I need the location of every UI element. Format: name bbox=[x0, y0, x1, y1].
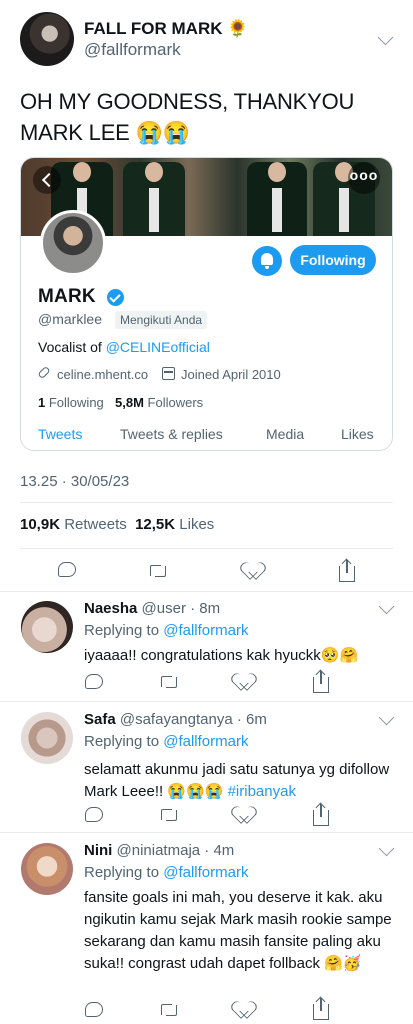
reply-tweet[interactable]: Naesha @user · 8m Replying to @fallforma… bbox=[0, 598, 413, 698]
reply-avatar[interactable] bbox=[21, 712, 73, 764]
reply-tweet[interactable]: Nini @niniatmaja · 4m Replying to @fallf… bbox=[0, 840, 413, 1024]
share-icon[interactable] bbox=[313, 671, 329, 693]
reply-author-name[interactable]: Nini bbox=[84, 842, 112, 859]
more-icon[interactable]: ooo bbox=[348, 162, 380, 194]
author-handle[interactable]: @fallformark bbox=[84, 40, 181, 60]
retweet-icon[interactable] bbox=[159, 1002, 179, 1016]
divider bbox=[0, 832, 413, 833]
back-icon[interactable] bbox=[33, 166, 61, 194]
following-label: Following bbox=[48, 395, 104, 410]
reply-icon[interactable] bbox=[85, 674, 103, 689]
like-icon[interactable] bbox=[236, 807, 254, 823]
divider bbox=[20, 548, 393, 549]
reply-handle-time: @user · 8m bbox=[141, 600, 221, 617]
reply-icon[interactable] bbox=[85, 1002, 103, 1017]
reply-header: Nini @niniatmaja · 4m bbox=[84, 842, 234, 859]
tweet-timestamp[interactable]: 13.25 · 30/05/23 bbox=[20, 473, 129, 490]
tab-tweets[interactable]: Tweets bbox=[38, 426, 82, 442]
reply-tweet[interactable]: Safa @safayangtanya · 6m Replying to @fa… bbox=[0, 709, 413, 829]
link-icon bbox=[37, 365, 51, 380]
divider bbox=[0, 591, 413, 592]
profile-name: MARK bbox=[38, 286, 96, 307]
retweet-icon[interactable] bbox=[148, 563, 168, 577]
tab-media[interactable]: Media bbox=[266, 426, 304, 442]
share-icon[interactable] bbox=[313, 998, 329, 1020]
calendar-icon bbox=[162, 367, 175, 380]
replying-prefix: Replying to bbox=[84, 622, 160, 639]
verified-icon bbox=[107, 289, 124, 306]
profile-website[interactable]: celine.mhent.co bbox=[57, 367, 148, 382]
like-icon[interactable] bbox=[236, 674, 254, 690]
author-name[interactable]: FALL FOR MARK 🌻 bbox=[84, 19, 248, 39]
replying-prefix: Replying to bbox=[84, 733, 160, 750]
followers-count: 5,8M bbox=[115, 395, 144, 410]
reply-handle-time: @safayangtanya · 6m bbox=[119, 711, 267, 728]
chevron-down-icon[interactable] bbox=[377, 29, 394, 46]
retweets-count: 10,9K bbox=[20, 516, 61, 533]
replying-to-link[interactable]: @fallformark bbox=[163, 864, 248, 881]
reply-author-name[interactable]: Naesha bbox=[84, 600, 137, 617]
retweets-stat[interactable]: 10,9K Retweets bbox=[20, 516, 127, 533]
share-icon[interactable] bbox=[313, 804, 329, 826]
share-icon[interactable] bbox=[339, 560, 355, 582]
chevron-down-icon[interactable] bbox=[378, 598, 395, 615]
profile-joined: Joined April 2010 bbox=[181, 367, 281, 382]
reply-icon[interactable] bbox=[85, 807, 103, 822]
likes-stat[interactable]: 12,5K Likes bbox=[135, 516, 214, 533]
reply-text: iyaaaa!! congratulations kak hyuckk🥺🤗 bbox=[84, 647, 359, 664]
bell-icon[interactable] bbox=[252, 246, 282, 276]
profile-avatar[interactable] bbox=[40, 210, 106, 276]
reply-header: Naesha @user · 8m bbox=[84, 600, 220, 617]
reply-avatar[interactable] bbox=[21, 843, 73, 895]
follows-you-badge: Mengikuti Anda bbox=[115, 311, 208, 329]
banner-figure bbox=[123, 162, 185, 236]
bio-mention-link[interactable]: @CELINEofficial bbox=[106, 339, 210, 355]
reply-author-name[interactable]: Safa bbox=[84, 711, 116, 728]
following-count: 1 bbox=[38, 395, 46, 410]
reply-text: selamatt akunmu jadi satu satunya yg dif… bbox=[84, 759, 396, 803]
divider bbox=[20, 502, 393, 503]
chevron-down-icon[interactable] bbox=[378, 840, 395, 857]
divider bbox=[0, 701, 413, 702]
following-stat[interactable]: 1 Following bbox=[38, 395, 104, 410]
main-tweet: FALL FOR MARK 🌻 @fallformark OH MY GOODN… bbox=[0, 0, 413, 592]
likes-count: 12,5K bbox=[135, 516, 176, 533]
reply-avatar[interactable] bbox=[21, 601, 73, 653]
likes-label: Likes bbox=[179, 516, 215, 533]
retweet-icon[interactable] bbox=[159, 807, 179, 821]
author-avatar[interactable] bbox=[20, 12, 74, 66]
followers-stat[interactable]: 5,8M Followers bbox=[115, 395, 203, 410]
tab-tweets-replies[interactable]: Tweets & replies bbox=[120, 426, 223, 442]
like-icon[interactable] bbox=[245, 563, 263, 579]
replying-to: Replying to @fallformark bbox=[84, 864, 248, 881]
profile-handle: @marklee bbox=[38, 311, 103, 327]
hashtag-link[interactable]: #iribanyak bbox=[228, 783, 296, 800]
followers-label: Followers bbox=[147, 395, 204, 410]
like-icon[interactable] bbox=[236, 1002, 254, 1018]
tweet-text: OH MY GOODNESS, THANKYOU MARK LEE 😭😭 bbox=[20, 89, 355, 145]
banner-figure bbox=[247, 162, 307, 236]
profile-bio: Vocalist of @CELINEofficial bbox=[38, 339, 210, 355]
replying-to: Replying to @fallformark bbox=[84, 622, 248, 639]
reply-header: Safa @safayangtanya · 6m bbox=[84, 711, 267, 728]
replying-to-link[interactable]: @fallformark bbox=[163, 733, 248, 750]
replying-to: Replying to @fallformark bbox=[84, 733, 248, 750]
retweets-label: Retweets bbox=[64, 516, 127, 533]
tweet-media-profile-card[interactable]: ooo Following MARK @marklee Mengikuti An… bbox=[20, 157, 393, 451]
reply-handle-time: @niniatmaja · 4m bbox=[116, 842, 235, 859]
replying-to-link[interactable]: @fallformark bbox=[163, 622, 248, 639]
tab-likes[interactable]: Likes bbox=[341, 426, 374, 442]
following-button[interactable]: Following bbox=[290, 245, 376, 275]
replying-prefix: Replying to bbox=[84, 864, 160, 881]
retweet-icon[interactable] bbox=[159, 674, 179, 688]
engagement-stats: 10,9K Retweets 12,5K Likes bbox=[20, 516, 214, 533]
reply-text: fansite goals ini mah, you deserve it ka… bbox=[84, 889, 392, 972]
reply-icon[interactable] bbox=[58, 562, 76, 577]
chevron-down-icon[interactable] bbox=[378, 709, 395, 726]
bio-text: Vocalist of bbox=[38, 339, 106, 355]
